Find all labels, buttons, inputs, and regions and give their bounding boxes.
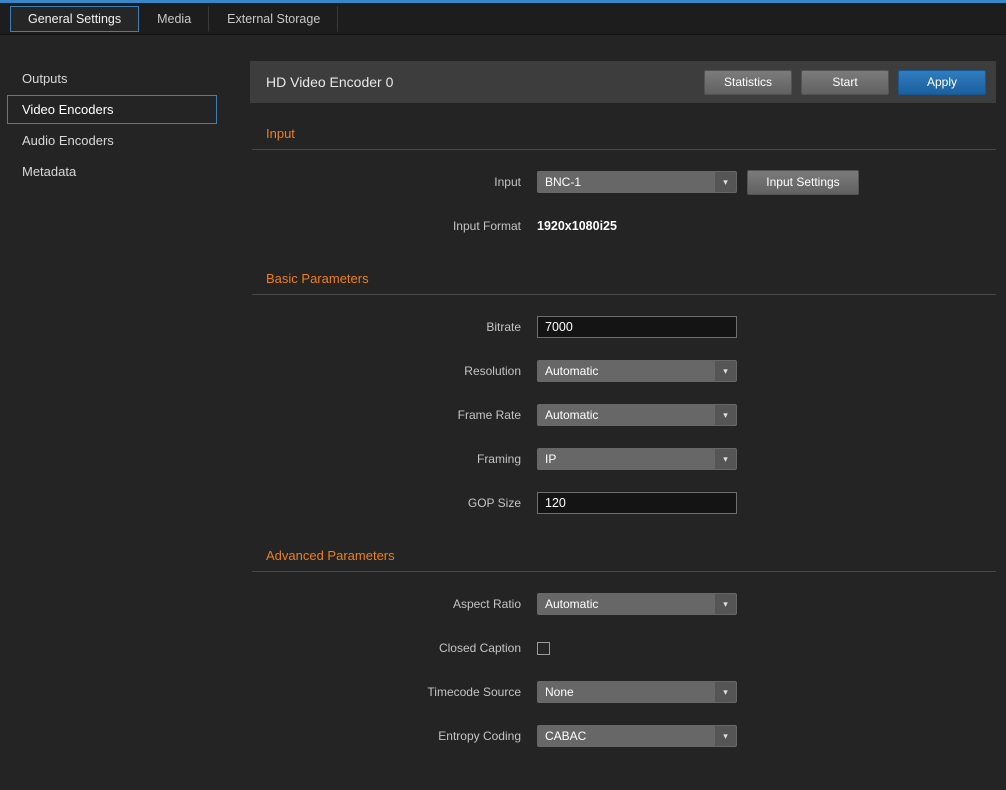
form-row-timecode-source: Timecode Source None ▾ (250, 670, 996, 714)
sidebar-item-audio-encoders[interactable]: Audio Encoders (7, 126, 217, 155)
field-label-framing: Framing (250, 452, 537, 466)
chevron-down-icon: ▾ (715, 726, 736, 746)
section-rows: Input BNC-1 ▾ Input Settings Input Forma… (250, 150, 996, 248)
closed-caption-checkbox[interactable] (537, 642, 550, 655)
field-label-timecode-source: Timecode Source (250, 685, 537, 699)
chevron-down-icon: ▾ (715, 172, 736, 192)
field-label-closed-caption: Closed Caption (250, 641, 537, 655)
aspect-ratio-select[interactable]: Automatic ▾ (537, 593, 737, 615)
start-button[interactable]: Start (801, 70, 889, 95)
tab-external-storage[interactable]: External Storage (209, 6, 338, 32)
field-label-input: Input (250, 175, 537, 189)
main-tab-bar: General Settings Media External Storage (0, 3, 1006, 35)
input-source-select[interactable]: BNC-1 ▾ (537, 171, 737, 193)
section-title-advanced-parameters: Advanced Parameters (266, 548, 996, 563)
bitrate-input[interactable] (537, 316, 737, 338)
tab-media[interactable]: Media (139, 6, 209, 32)
section-basic-parameters: Basic Parameters Bitrate Resolution Auto… (250, 271, 996, 525)
framing-select[interactable]: IP ▾ (537, 448, 737, 470)
header-buttons: Statistics Start Apply (704, 70, 986, 95)
form-row-aspect-ratio: Aspect Ratio Automatic ▾ (250, 582, 996, 626)
chevron-down-icon: ▾ (715, 361, 736, 381)
section-rows: Aspect Ratio Automatic ▾ Closed Caption … (250, 572, 996, 758)
chevron-down-icon: ▾ (715, 449, 736, 469)
field-label-resolution: Resolution (250, 364, 537, 378)
chevron-down-icon: ▾ (715, 682, 736, 702)
form-row-bitrate: Bitrate (250, 305, 996, 349)
frame-rate-select-value: Automatic (545, 408, 598, 422)
section-rows: Bitrate Resolution Automatic ▾ Frame Rat… (250, 295, 996, 525)
chevron-down-icon: ▾ (715, 594, 736, 614)
page-title: HD Video Encoder 0 (266, 74, 704, 90)
input-settings-button[interactable]: Input Settings (747, 170, 859, 195)
chevron-down-icon: ▾ (715, 405, 736, 425)
resolution-select-value: Automatic (545, 364, 598, 378)
resolution-select[interactable]: Automatic ▾ (537, 360, 737, 382)
input-format-value: 1920x1080i25 (537, 219, 617, 233)
form-row-entropy-coding: Entropy Coding CABAC ▾ (250, 714, 996, 758)
main-content: HD Video Encoder 0 Statistics Start Appl… (250, 35, 1006, 790)
app-window: General Settings Media External Storage … (0, 0, 1006, 790)
form-row-closed-caption: Closed Caption (250, 626, 996, 670)
sidebar-item-outputs[interactable]: Outputs (7, 64, 217, 93)
gop-size-input[interactable] (537, 492, 737, 514)
statistics-button[interactable]: Statistics (704, 70, 792, 95)
field-label-input-format: Input Format (250, 219, 537, 233)
form-row-frame-rate: Frame Rate Automatic ▾ (250, 393, 996, 437)
section-advanced-parameters: Advanced Parameters Aspect Ratio Automat… (250, 548, 996, 758)
entropy-coding-select[interactable]: CABAC ▾ (537, 725, 737, 747)
timecode-source-select-value: None (545, 685, 574, 699)
framing-select-value: IP (545, 452, 556, 466)
frame-rate-select[interactable]: Automatic ▾ (537, 404, 737, 426)
form-row-framing: Framing IP ▾ (250, 437, 996, 481)
section-title-basic-parameters: Basic Parameters (266, 271, 996, 286)
field-label-frame-rate: Frame Rate (250, 408, 537, 422)
form-row-input-format: Input Format 1920x1080i25 (250, 204, 996, 248)
input-source-select-value: BNC-1 (545, 175, 581, 189)
form-row-resolution: Resolution Automatic ▾ (250, 349, 996, 393)
section-title-input: Input (266, 126, 996, 141)
field-label-bitrate: Bitrate (250, 320, 537, 334)
field-label-gop-size: GOP Size (250, 496, 537, 510)
apply-button[interactable]: Apply (898, 70, 986, 95)
sidebar-item-metadata[interactable]: Metadata (7, 157, 217, 186)
timecode-source-select[interactable]: None ▾ (537, 681, 737, 703)
encoder-header-bar: HD Video Encoder 0 Statistics Start Appl… (250, 61, 996, 103)
sidebar: Outputs Video Encoders Audio Encoders Me… (0, 35, 250, 790)
tab-general-settings[interactable]: General Settings (10, 6, 139, 32)
aspect-ratio-select-value: Automatic (545, 597, 598, 611)
form-row-input: Input BNC-1 ▾ Input Settings (250, 160, 996, 204)
page-body: Outputs Video Encoders Audio Encoders Me… (0, 35, 1006, 790)
field-label-entropy-coding: Entropy Coding (250, 729, 537, 743)
section-input: Input Input BNC-1 ▾ Input Settings Input… (250, 126, 996, 248)
field-label-aspect-ratio: Aspect Ratio (250, 597, 537, 611)
sidebar-item-video-encoders[interactable]: Video Encoders (7, 95, 217, 124)
form-row-gop-size: GOP Size (250, 481, 996, 525)
entropy-coding-select-value: CABAC (545, 729, 586, 743)
